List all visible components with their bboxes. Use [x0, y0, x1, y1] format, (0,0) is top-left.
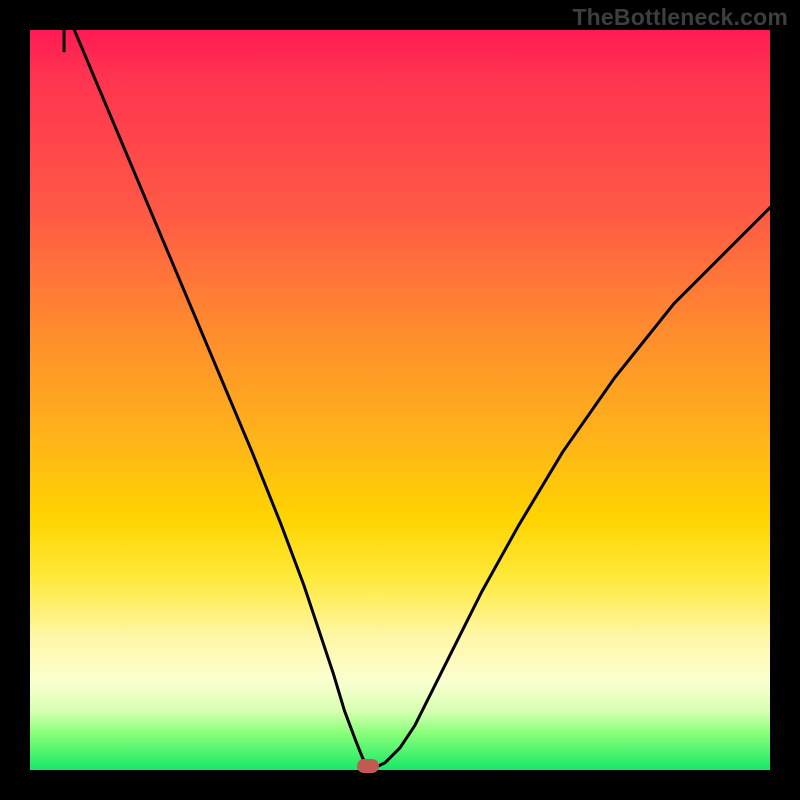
chart-frame: TheBottleneck.com — [0, 0, 800, 800]
watermark-text: TheBottleneck.com — [572, 4, 788, 31]
bottleneck-curve — [30, 30, 770, 770]
optimal-marker — [357, 759, 379, 773]
